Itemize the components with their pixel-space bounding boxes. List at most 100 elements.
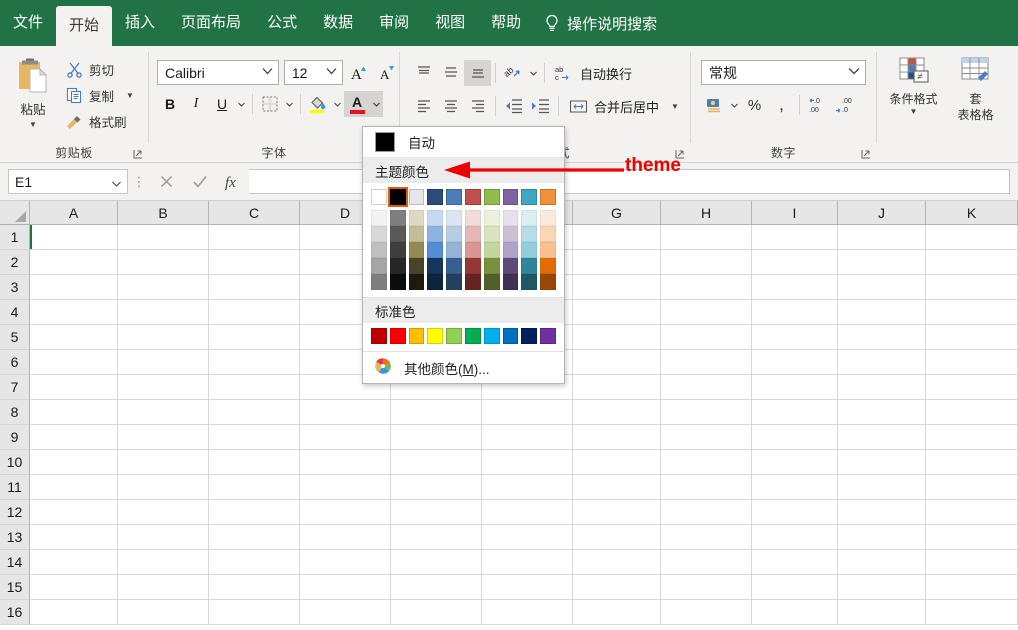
cell-J5[interactable] bbox=[838, 325, 926, 350]
cell-C3[interactable] bbox=[209, 275, 300, 300]
borders-button[interactable] bbox=[257, 91, 283, 117]
fill-color-dropdown-caret[interactable] bbox=[331, 91, 344, 117]
standard-color-swatch[interactable] bbox=[521, 328, 538, 344]
cell-G15[interactable] bbox=[573, 575, 661, 600]
row-header-3[interactable]: 3 bbox=[0, 275, 30, 300]
cell-I13[interactable] bbox=[752, 525, 838, 550]
cell-K3[interactable] bbox=[926, 275, 1018, 300]
theme-color-variant-swatch[interactable] bbox=[521, 258, 538, 274]
cell-E9[interactable] bbox=[391, 425, 482, 450]
cell-K10[interactable] bbox=[926, 450, 1018, 475]
cell-D16[interactable] bbox=[300, 600, 391, 625]
fill-color-button[interactable] bbox=[305, 91, 331, 117]
theme-color-variant-swatch[interactable] bbox=[427, 242, 444, 258]
cell-D12[interactable] bbox=[300, 500, 391, 525]
cell-A4[interactable] bbox=[30, 300, 118, 325]
theme-color-variant-swatch[interactable] bbox=[389, 210, 406, 226]
cell-D11[interactable] bbox=[300, 475, 391, 500]
align-right-button[interactable] bbox=[464, 93, 491, 119]
cell-B9[interactable] bbox=[118, 425, 209, 450]
cell-G9[interactable] bbox=[573, 425, 661, 450]
cell-J2[interactable] bbox=[838, 250, 926, 275]
theme-color-swatch[interactable] bbox=[427, 189, 444, 205]
row-header-15[interactable]: 15 bbox=[0, 575, 30, 600]
font-name-combobox[interactable]: Calibri bbox=[157, 60, 279, 85]
decrease-indent-button[interactable] bbox=[500, 93, 527, 119]
decrease-decimal-button[interactable]: .00.0 bbox=[831, 92, 858, 118]
cell-D8[interactable] bbox=[300, 400, 391, 425]
cell-J13[interactable] bbox=[838, 525, 926, 550]
theme-color-variant-swatch[interactable] bbox=[446, 210, 462, 226]
theme-color-swatch[interactable] bbox=[464, 189, 481, 205]
standard-color-swatch[interactable] bbox=[427, 328, 444, 344]
align-bottom-button[interactable] bbox=[464, 60, 491, 86]
tab-insert[interactable]: 插入 bbox=[112, 0, 168, 46]
cell-I3[interactable] bbox=[752, 275, 838, 300]
cell-H11[interactable] bbox=[661, 475, 752, 500]
cell-A10[interactable] bbox=[30, 450, 118, 475]
theme-color-swatch[interactable] bbox=[446, 189, 462, 205]
column-header-G[interactable]: G bbox=[573, 201, 661, 225]
cell-K11[interactable] bbox=[926, 475, 1018, 500]
cell-F12[interactable] bbox=[482, 500, 573, 525]
underline-button[interactable]: U bbox=[209, 91, 235, 117]
accounting-format-button[interactable] bbox=[701, 92, 728, 118]
cell-A6[interactable] bbox=[30, 350, 118, 375]
standard-color-swatch[interactable] bbox=[540, 328, 556, 344]
theme-color-swatch[interactable] bbox=[540, 189, 556, 205]
cell-H3[interactable] bbox=[661, 275, 752, 300]
cell-H12[interactable] bbox=[661, 500, 752, 525]
decrease-font-size-button[interactable]: A bbox=[376, 60, 399, 85]
cancel-formula-button[interactable] bbox=[150, 169, 183, 194]
cell-B7[interactable] bbox=[118, 375, 209, 400]
font-size-combobox[interactable]: 12 bbox=[283, 60, 343, 85]
cell-K8[interactable] bbox=[926, 400, 1018, 425]
align-top-button[interactable] bbox=[410, 60, 437, 86]
cell-D10[interactable] bbox=[300, 450, 391, 475]
theme-color-variant-swatch[interactable] bbox=[446, 242, 462, 258]
number-format-combobox[interactable]: 常规 bbox=[701, 60, 866, 85]
cell-K13[interactable] bbox=[926, 525, 1018, 550]
cell-K1[interactable] bbox=[926, 225, 1018, 250]
cell-G4[interactable] bbox=[573, 300, 661, 325]
copy-button[interactable]: 复制 ▼ bbox=[62, 84, 138, 107]
cell-J7[interactable] bbox=[838, 375, 926, 400]
cell-E13[interactable] bbox=[391, 525, 482, 550]
theme-color-variant-swatch[interactable] bbox=[464, 210, 481, 226]
more-colors-item[interactable]: 其他颜色(M)... bbox=[363, 351, 564, 383]
row-header-12[interactable]: 12 bbox=[0, 500, 30, 525]
standard-color-swatch[interactable] bbox=[446, 328, 462, 344]
row-header-16[interactable]: 16 bbox=[0, 600, 30, 625]
theme-color-variant-swatch[interactable] bbox=[464, 274, 481, 290]
theme-color-variant-swatch[interactable] bbox=[427, 226, 444, 242]
cell-G5[interactable] bbox=[573, 325, 661, 350]
column-header-J[interactable]: J bbox=[838, 201, 926, 225]
cell-G1[interactable] bbox=[573, 225, 661, 250]
cell-H16[interactable] bbox=[661, 600, 752, 625]
cell-F15[interactable] bbox=[482, 575, 573, 600]
cell-B13[interactable] bbox=[118, 525, 209, 550]
cell-A12[interactable] bbox=[30, 500, 118, 525]
cell-H13[interactable] bbox=[661, 525, 752, 550]
cell-A14[interactable] bbox=[30, 550, 118, 575]
cell-H8[interactable] bbox=[661, 400, 752, 425]
theme-color-variant-swatch[interactable] bbox=[483, 242, 500, 258]
theme-color-swatch[interactable] bbox=[387, 187, 408, 207]
cell-J3[interactable] bbox=[838, 275, 926, 300]
row-header-2[interactable]: 2 bbox=[0, 250, 30, 275]
cell-F14[interactable] bbox=[482, 550, 573, 575]
cell-K2[interactable] bbox=[926, 250, 1018, 275]
comma-style-button[interactable]: , bbox=[768, 92, 795, 118]
cell-H10[interactable] bbox=[661, 450, 752, 475]
cell-J1[interactable] bbox=[838, 225, 926, 250]
cell-C6[interactable] bbox=[209, 350, 300, 375]
cell-J10[interactable] bbox=[838, 450, 926, 475]
cell-B5[interactable] bbox=[118, 325, 209, 350]
cell-G11[interactable] bbox=[573, 475, 661, 500]
merge-and-center-button[interactable]: 合并后居中 ▼ bbox=[563, 97, 679, 116]
tab-home[interactable]: 开始 bbox=[56, 6, 113, 46]
cell-I8[interactable] bbox=[752, 400, 838, 425]
cell-K14[interactable] bbox=[926, 550, 1018, 575]
theme-color-variant-swatch[interactable] bbox=[540, 258, 556, 274]
cell-A2[interactable] bbox=[30, 250, 118, 275]
